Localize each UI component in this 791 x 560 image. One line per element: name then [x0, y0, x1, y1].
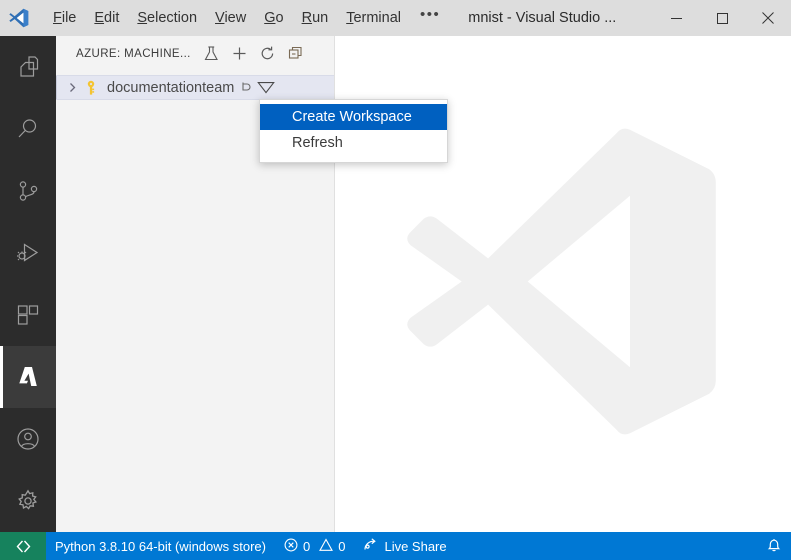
sidebar-item-run-debug[interactable] — [0, 222, 56, 284]
azure-icon — [15, 364, 41, 390]
menu-file[interactable]: File — [44, 6, 85, 30]
vscode-logo-icon — [0, 0, 38, 36]
live-share-icon — [363, 537, 379, 556]
sidebar-header: AZURE: MACHINE... — [56, 36, 334, 71]
gear-icon — [16, 489, 40, 513]
tree-row-actions — [236, 78, 276, 98]
menu-run-accel: R — [301, 10, 313, 26]
more-icon[interactable] — [236, 78, 256, 98]
context-menu-item-create-workspace[interactable]: Create Workspace — [260, 104, 447, 130]
filter-icon[interactable] — [256, 78, 276, 98]
maximize-icon[interactable] — [699, 0, 745, 36]
sidebar-actions — [199, 41, 309, 67]
bell-icon — [766, 537, 782, 556]
vscode-watermark-logo — [399, 117, 729, 452]
menu-selection-rest: election — [147, 10, 198, 26]
sidebar-item-search[interactable] — [0, 98, 56, 160]
tree-row-label: documentationteam — [107, 79, 235, 96]
menu-view-rest: iew — [224, 10, 247, 26]
sidebar-title: AZURE: MACHINE... — [76, 47, 191, 60]
sidebar-item-azure[interactable] — [0, 346, 56, 408]
sidebar-item-manage[interactable] — [0, 470, 56, 532]
status-problems[interactable]: 0 0 — [275, 532, 354, 560]
files-icon — [16, 55, 40, 79]
title-bar: File Edit Selection View Go Run Terminal… — [0, 0, 791, 36]
window-controls — [653, 0, 791, 36]
menu-go-rest: o — [275, 10, 284, 26]
menu-edit-accel: E — [94, 10, 105, 26]
window-title: mnist - Visual Studio ... — [468, 10, 617, 26]
sidebar-item-explorer[interactable] — [0, 36, 56, 98]
menu-terminal[interactable]: Terminal — [337, 6, 410, 30]
menu-bar: File Edit Selection View Go Run Terminal… — [44, 0, 450, 36]
status-bar: Python 3.8.10 64-bit (windows store) 0 0 — [0, 532, 791, 560]
search-icon — [16, 117, 40, 141]
menu-selection[interactable]: Selection — [128, 6, 206, 30]
menu-go[interactable]: Go — [255, 6, 292, 30]
error-icon — [284, 538, 298, 555]
live-share-label: Live Share — [384, 538, 447, 554]
chevron-right-icon[interactable] — [64, 80, 80, 96]
sidebar-item-source-control[interactable] — [0, 160, 56, 222]
activity-bar — [0, 36, 56, 532]
extensions-icon — [16, 303, 40, 327]
menu-file-rest: ile — [61, 10, 77, 26]
menu-overflow-button[interactable]: ••• — [410, 7, 450, 27]
menu-edit[interactable]: Edit — [85, 6, 128, 30]
menu-go-accel: G — [264, 10, 276, 26]
context-menu: Create Workspace Refresh — [259, 99, 448, 163]
menu-view[interactable]: View — [206, 6, 255, 30]
vscode-window: File Edit Selection View Go Run Terminal… — [0, 0, 791, 560]
split-editor-icon[interactable] — [283, 41, 309, 67]
menu-run-rest: un — [312, 10, 329, 26]
menu-run[interactable]: Run — [293, 6, 338, 30]
flask-icon[interactable] — [199, 41, 225, 67]
run-debug-icon — [16, 241, 40, 265]
status-live-share[interactable]: Live Share — [354, 532, 455, 560]
tree-row[interactable]: documentationteam — [56, 75, 334, 100]
python-version-label: Python 3.8.10 64-bit (windows store) — [55, 538, 266, 554]
sidebar-item-extensions[interactable] — [0, 284, 56, 346]
error-count: 0 — [303, 538, 311, 554]
refresh-icon[interactable] — [255, 41, 281, 67]
warning-count: 0 — [338, 538, 346, 554]
azure-ml-tree: documentationteam — [56, 71, 334, 100]
plus-icon[interactable] — [227, 41, 253, 67]
menu-selection-accel: S — [137, 10, 148, 26]
context-menu-item-refresh[interactable]: Refresh — [260, 130, 447, 156]
menu-terminal-rest: erminal — [353, 10, 401, 26]
close-icon[interactable] — [745, 0, 791, 36]
status-notifications[interactable] — [757, 532, 791, 560]
remote-window-icon[interactable] — [0, 532, 46, 560]
menu-file-accel: F — [53, 10, 62, 26]
key-icon — [82, 79, 100, 97]
account-icon — [16, 427, 40, 451]
menu-edit-rest: dit — [104, 10, 120, 26]
minimize-icon[interactable] — [653, 0, 699, 36]
source-control-icon — [16, 179, 40, 203]
sidebar-item-accounts[interactable] — [0, 408, 56, 470]
status-python-version[interactable]: Python 3.8.10 64-bit (windows store) — [46, 532, 275, 560]
status-right-group — [757, 532, 791, 560]
warning-icon — [319, 537, 334, 555]
